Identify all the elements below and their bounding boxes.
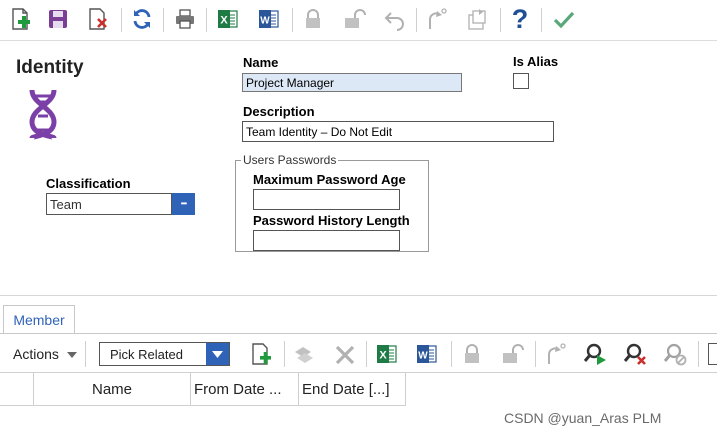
password-history-label: Password History Length <box>253 213 410 228</box>
help-char: ? <box>511 3 529 34</box>
chevron-down-icon <box>66 352 77 359</box>
grid-row-selector-header <box>0 373 34 406</box>
tab-strip-line <box>0 333 717 334</box>
toolbar-separator <box>535 341 536 367</box>
description-field[interactable]: Team Identity – Do Not Edit <box>242 121 554 142</box>
help-icon[interactable]: ? <box>506 5 534 33</box>
classification-field[interactable]: Team <box>46 193 172 215</box>
pick-replace-icon[interactable] <box>292 343 316 372</box>
toolbar-separator <box>416 8 417 32</box>
search-clear-icon[interactable] <box>623 342 647 371</box>
overflow-button[interactable] <box>708 343 717 365</box>
word-letter: W <box>260 16 270 27</box>
toolbar-separator <box>366 341 367 367</box>
unlock-icon[interactable] <box>500 342 524 371</box>
users-passwords-legend: Users Passwords <box>241 153 339 167</box>
tab-member[interactable]: Member <box>3 305 75 333</box>
max-password-age-field[interactable] <box>253 189 400 210</box>
lock-icon[interactable] <box>460 342 484 371</box>
pick-related-select[interactable]: Pick Related <box>99 342 230 366</box>
classification-label: Classification <box>46 176 131 191</box>
toolbar-separator <box>121 8 122 32</box>
toolbar-separator <box>85 341 86 367</box>
new-icon[interactable] <box>6 5 34 33</box>
add-relationship-icon[interactable] <box>249 342 273 371</box>
excel-letter: X <box>379 350 387 362</box>
word-export-icon[interactable]: W <box>415 342 439 371</box>
excel-icon[interactable]: X <box>214 5 242 33</box>
name-label: Name <box>243 55 279 70</box>
toolbar-separator <box>500 8 501 32</box>
password-history-field[interactable] <box>253 230 400 251</box>
max-password-age-label: Maximum Password Age <box>253 172 406 187</box>
form-divider <box>0 295 717 296</box>
toolbar-separator <box>698 341 699 367</box>
save-icon[interactable] <box>44 5 72 33</box>
is-alias-checkbox[interactable] <box>513 73 529 89</box>
delete-relationship-icon[interactable] <box>333 343 357 372</box>
chevron-down-icon[interactable] <box>206 343 229 365</box>
dna-icon <box>26 88 60 145</box>
is-alias-label: Is Alias <box>513 54 559 69</box>
lock-icon[interactable] <box>299 5 327 33</box>
column-header-from-date[interactable]: From Date ... <box>191 373 299 406</box>
unlock-icon[interactable] <box>340 5 368 33</box>
toolbar-separator <box>206 8 207 32</box>
delete-icon[interactable] <box>84 5 112 33</box>
word-letter: W <box>418 351 428 362</box>
excel-letter: X <box>220 15 228 27</box>
toolbar-separator <box>541 8 542 32</box>
toolbar-separator <box>292 8 293 32</box>
actions-label: Actions <box>13 346 59 362</box>
classification-picker-button[interactable]: ••• <box>172 193 195 215</box>
version-icon[interactable] <box>463 5 491 33</box>
main-toolbar: X W ? <box>0 0 717 41</box>
print-icon[interactable] <box>171 5 199 33</box>
column-header-end-date[interactable]: End Date [...] <box>299 373 406 406</box>
watermark: CSDN @yuan_Aras PLM <box>504 410 662 426</box>
toolbar-separator <box>284 341 285 367</box>
name-field[interactable]: Project Manager <box>242 73 462 92</box>
excel-export-icon[interactable]: X <box>375 342 399 371</box>
search-run-icon[interactable] <box>583 342 607 371</box>
undo-icon[interactable] <box>381 5 409 33</box>
promote-icon[interactable] <box>422 5 450 33</box>
done-icon[interactable] <box>550 5 578 33</box>
toolbar-separator <box>451 341 452 367</box>
description-label: Description <box>243 104 315 119</box>
refresh-icon[interactable] <box>128 5 156 33</box>
item-type-title: Identity <box>16 57 84 78</box>
actions-menu[interactable]: Actions <box>13 346 77 362</box>
column-header-name[interactable]: Name <box>34 373 191 406</box>
word-icon[interactable]: W <box>255 5 283 33</box>
search-cancel-icon[interactable] <box>663 342 687 371</box>
pick-related-value: Pick Related <box>110 347 183 362</box>
toolbar-separator <box>163 8 164 32</box>
promote-icon[interactable] <box>543 342 567 371</box>
